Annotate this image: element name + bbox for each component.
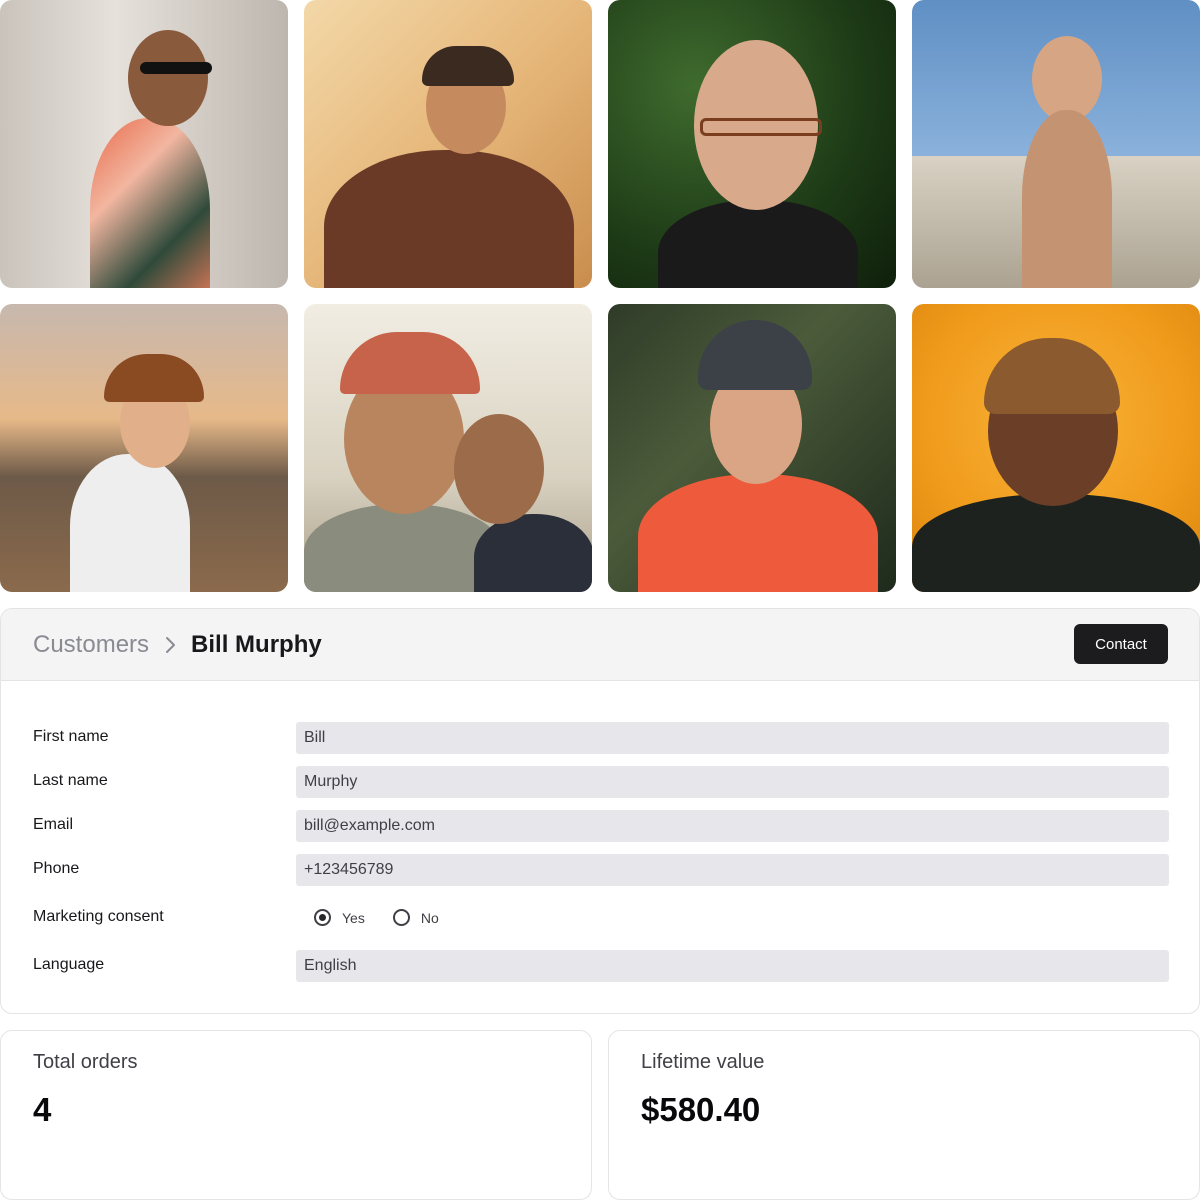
email-field[interactable]: bill@example.com [296, 810, 1169, 842]
marketing-consent-label: Marketing consent [33, 908, 164, 925]
form-row-email: Email bill@example.com [1, 810, 1199, 842]
chevron-right-icon [165, 636, 177, 654]
total-orders-label: Total orders [33, 1051, 138, 1073]
customer-photo [912, 0, 1200, 288]
marketing-consent-radio-group: Yes No [314, 909, 439, 926]
form-row-language: Language English [1, 950, 1199, 982]
first-name-label: First name [33, 728, 109, 745]
consent-no-radio[interactable] [392, 909, 410, 926]
email-label: Email [33, 816, 74, 833]
consent-yes-radio[interactable] [314, 909, 331, 926]
customer-photo [608, 304, 896, 592]
customer-photo [912, 304, 1200, 592]
customer-photo [0, 0, 288, 288]
last-name-field[interactable]: Murphy [296, 766, 1169, 798]
form-row-phone: Phone +123456789 [1, 854, 1199, 886]
last-name-label: Last name [33, 772, 108, 789]
phone-field[interactable]: +123456789 [296, 854, 1169, 886]
customer-photo [304, 0, 592, 288]
customer-photo [0, 304, 288, 592]
lifetime-value-value: $580.40 [641, 1091, 761, 1128]
consent-yes-label[interactable]: Yes [342, 910, 365, 926]
form-row-first-name: First name Bill [1, 722, 1199, 754]
language-label: Language [33, 956, 105, 973]
form-row-last-name: Last name Murphy [1, 766, 1199, 798]
breadcrumb-customers-link[interactable]: Customers [33, 631, 149, 659]
customer-photo [304, 304, 592, 592]
photo-grid [0, 0, 1200, 592]
phone-label: Phone [33, 860, 80, 877]
customer-photo [608, 0, 896, 288]
lifetime-value-label: Lifetime value [641, 1051, 765, 1073]
first-name-field[interactable]: Bill [296, 722, 1169, 754]
lifetime-value-card: Lifetime value $580.40 [608, 1030, 1200, 1200]
detail-header: Customers Bill Murphy Contact [1, 609, 1199, 681]
total-orders-value: 4 [33, 1091, 52, 1128]
total-orders-card: Total orders 4 [0, 1030, 592, 1200]
contact-button[interactable]: Contact [1074, 624, 1168, 664]
form-row-marketing-consent: Marketing consent Yes No [1, 902, 1199, 934]
consent-no-label[interactable]: No [421, 910, 439, 926]
language-field[interactable]: English [296, 950, 1169, 982]
page-title: Bill Murphy [191, 630, 322, 658]
customer-detail-card: Customers Bill Murphy Contact First name… [0, 608, 1200, 1014]
